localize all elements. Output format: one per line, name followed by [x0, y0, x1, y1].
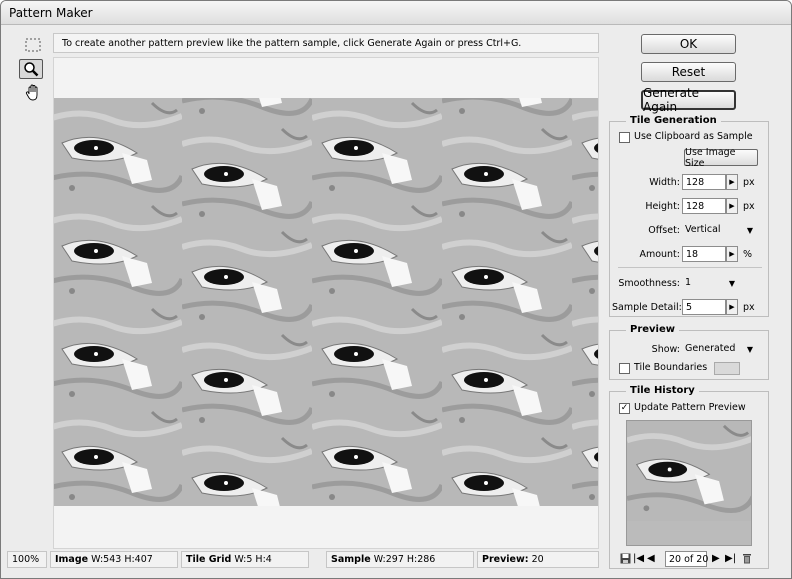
tile-thumbnail-image: [627, 421, 751, 545]
preview-count-value: 20: [531, 554, 544, 565]
pattern-tile: [54, 201, 182, 304]
pattern-tile: [182, 124, 312, 227]
height-stepper[interactable]: ▶: [726, 198, 738, 214]
tile-grid-value: W:5 H:4: [234, 554, 272, 565]
magnifier-icon: [24, 62, 39, 77]
instruction-message: To create another pattern preview like t…: [53, 33, 599, 53]
preview-count-info: Preview: 20: [477, 551, 599, 568]
width-stepper[interactable]: ▶: [726, 174, 738, 190]
pattern-tile: [182, 227, 312, 330]
amount-unit: %: [743, 249, 753, 260]
pattern-tile: [312, 407, 442, 506]
sample-detail-unit: px: [743, 302, 755, 313]
sample-size-label: Sample: [331, 554, 371, 565]
pattern-tile: [182, 433, 312, 506]
height-unit: px: [743, 201, 755, 212]
sample-detail-label: Sample Detail:: [612, 302, 682, 313]
preview-count-label: Preview:: [482, 554, 529, 565]
zoom-level: 100%: [7, 551, 47, 568]
preview-canvas-area[interactable]: [53, 57, 599, 549]
pattern-tile: [442, 227, 572, 330]
tile-generation-legend: Tile Generation: [626, 115, 721, 126]
divider: [618, 267, 762, 268]
update-pattern-preview-label: Update Pattern Preview: [634, 402, 746, 413]
height-input[interactable]: 128: [682, 198, 726, 214]
tile-grid-info: Tile Grid W:5 H:4: [181, 551, 309, 568]
show-select[interactable]: Generated: [682, 341, 740, 357]
generate-again-button[interactable]: Generate Again: [641, 86, 736, 114]
chevron-down-icon[interactable]: ▼: [743, 341, 757, 357]
width-label: Width:: [649, 177, 680, 188]
pattern-tile: [312, 304, 442, 407]
update-pattern-preview-checkbox[interactable]: ✓: [619, 403, 630, 414]
triangle-right-icon: ▶: [729, 178, 735, 186]
amount-stepper[interactable]: ▶: [726, 246, 738, 262]
tile-history-legend: Tile History: [626, 385, 699, 396]
image-size-value: W:543 H:407: [91, 554, 153, 565]
window-title: Pattern Maker: [9, 6, 93, 20]
triangle-right-icon: ▶: [729, 250, 735, 258]
use-clipboard-label: Use Clipboard as Sample: [634, 131, 753, 142]
pattern-tile: [54, 304, 182, 407]
pattern-tile: [442, 98, 572, 124]
tile-boundaries-checkbox[interactable]: [619, 363, 630, 374]
smoothness-label: Smoothness:: [618, 278, 680, 289]
boundary-color-swatch[interactable]: [714, 362, 740, 375]
show-label: Show:: [651, 344, 680, 355]
amount-input[interactable]: 18: [682, 246, 726, 262]
pattern-tile: [572, 407, 598, 506]
offset-select[interactable]: Vertical: [682, 222, 740, 238]
dashed-rectangle-icon: [25, 38, 41, 52]
pattern-tile: [182, 98, 312, 124]
ok-button[interactable]: OK: [641, 34, 736, 54]
pattern-preview[interactable]: [54, 98, 598, 506]
tile-grid-label: Tile Grid: [186, 554, 232, 565]
pattern-tile: [54, 98, 182, 201]
pattern-tile: [572, 98, 598, 201]
sample-detail-stepper[interactable]: ▶: [726, 299, 738, 315]
tile-history-group: Tile History ✓ Update Pattern Preview |◀…: [609, 385, 769, 569]
reset-button[interactable]: Reset: [641, 62, 736, 82]
hand-tool-button[interactable]: [21, 83, 45, 103]
smoothness-select[interactable]: 1: [682, 275, 722, 291]
tile-boundaries-label: Tile Boundaries: [634, 362, 708, 373]
use-clipboard-checkbox[interactable]: [619, 132, 630, 143]
amount-label: Amount:: [639, 249, 680, 260]
pattern-tile: [442, 433, 572, 506]
title-bar[interactable]: Pattern Maker: [1, 1, 791, 25]
sample-detail-input[interactable]: 5: [682, 299, 726, 315]
chevron-down-icon[interactable]: ▼: [725, 275, 739, 291]
pattern-tile: [54, 407, 182, 506]
pattern-tile: [572, 304, 598, 407]
marquee-tool-button[interactable]: [21, 35, 45, 55]
sample-size-info: Sample W:297 H:286: [326, 551, 474, 568]
status-bar: 100% Image W:543 H:407 Tile Grid W:5 H:4…: [1, 549, 791, 569]
pattern-tile: [312, 98, 442, 201]
pattern-tile: [442, 330, 572, 433]
preview-group: Preview Show: Generated ▼ Tile Boundarie…: [609, 324, 769, 380]
triangle-right-icon: ▶: [729, 202, 735, 210]
pattern-tile: [182, 330, 312, 433]
pattern-tile: [312, 201, 442, 304]
pattern-tile: [572, 201, 598, 304]
triangle-right-icon: ▶: [729, 303, 735, 311]
width-input[interactable]: 128: [682, 174, 726, 190]
pattern-maker-window: Pattern Maker To create another pattern …: [0, 0, 792, 579]
use-image-size-button[interactable]: Use Image Size: [684, 147, 758, 169]
preview-legend: Preview: [626, 324, 680, 335]
offset-label: Offset:: [648, 225, 680, 236]
zoom-tool-button[interactable]: [19, 59, 43, 79]
width-unit: px: [743, 177, 755, 188]
hand-icon: [25, 84, 38, 101]
pattern-tile: [442, 124, 572, 227]
image-size-info: Image W:543 H:407: [50, 551, 178, 568]
tile-history-thumbnail[interactable]: [626, 420, 752, 546]
image-size-label: Image: [55, 554, 89, 565]
chevron-down-icon[interactable]: ▼: [743, 222, 757, 238]
checkmark-icon: ✓: [620, 403, 629, 413]
tool-strip: [11, 31, 51, 551]
height-label: Height:: [645, 201, 680, 212]
tile-generation-group: Tile Generation Use Clipboard as Sample …: [609, 115, 769, 317]
sample-size-value: W:297 H:286: [373, 554, 436, 565]
